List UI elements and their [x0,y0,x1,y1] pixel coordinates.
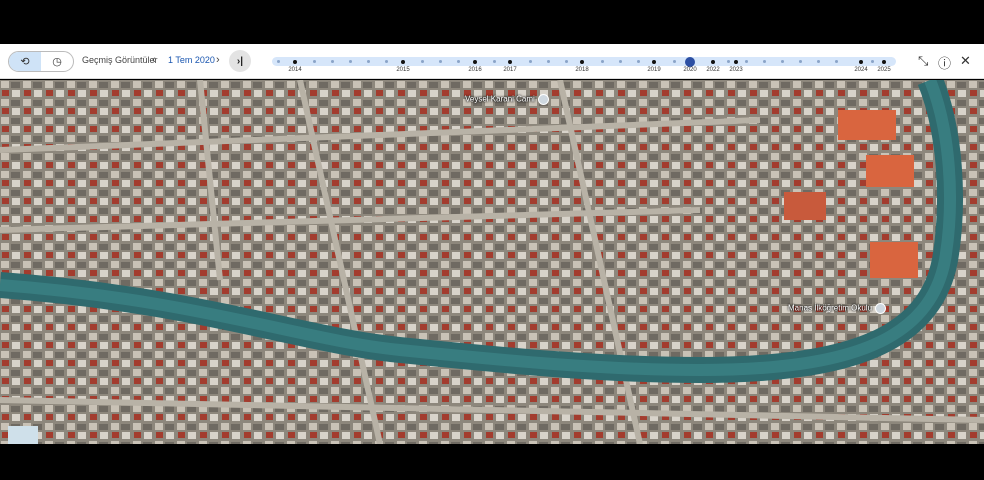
timeline-year-label: 2022 [706,67,720,73]
timeline-year-label: 2018 [575,67,589,73]
timeline-minor-dot[interactable] [619,60,622,63]
timeline-minor-dot[interactable] [565,60,568,63]
timeline-year-label: 2015 [396,67,410,73]
timeline-minor-dot[interactable] [529,60,532,63]
timeline-year-label: 2017 [503,67,517,73]
place-name: Manas İlköğretim Okulu [788,303,873,313]
timeline-year-dot[interactable] [882,59,886,64]
history-icon[interactable]: ⟲ [9,52,41,71]
timeline-minor-dot[interactable] [421,60,424,63]
timeline-minor-dot[interactable] [727,60,730,63]
mosque-icon [537,94,549,105]
timeline-year-label: 2020 [683,67,697,73]
timeline-minor-dot[interactable] [349,60,352,63]
timeline-year-dot[interactable] [711,59,715,64]
timeline-year-dot[interactable] [859,59,863,64]
current-date: 1 Tem 2020 [168,55,215,65]
timeline-minor-dot[interactable] [763,60,766,63]
school-icon [875,303,887,314]
timeline-year-dot[interactable] [401,59,405,64]
timeline-year-dot[interactable] [473,59,477,64]
timeline-minor-dot[interactable] [799,60,802,63]
chevron-left-icon[interactable]: ‹ [152,54,156,66]
timeline-minor-dot[interactable] [745,60,748,63]
timeline-minor-dot[interactable] [313,60,316,63]
clock-icon[interactable]: ◷ [41,52,73,71]
collapse-icon[interactable]: ⤡ [918,53,928,69]
timeline-minor-dot[interactable] [871,60,874,63]
timeline-year-label: 2023 [729,67,743,73]
place-name: Veysel Karani Cami [465,94,535,104]
place-label[interactable]: Veysel Karani Cami [465,94,549,105]
timeline-minor-dot[interactable] [547,60,550,63]
close-icon[interactable]: ✕ [960,53,971,69]
timeline-minor-dot[interactable] [457,60,460,63]
timeline-minor-dot[interactable] [781,60,784,63]
timeline-slider[interactable] [272,56,896,67]
timeline-year-dot[interactable] [293,59,297,64]
timeline-minor-dot[interactable] [817,60,820,63]
timeline-year-label: 2019 [647,67,661,73]
timeline-year-dot[interactable] [652,59,656,64]
timeline-year-dot[interactable] [580,59,584,64]
skip-to-end-icon[interactable]: ›| [229,50,251,72]
timeline-year-dot[interactable] [508,59,512,64]
timeline-year-label: 2016 [468,67,482,73]
timeline-minor-dot[interactable] [385,60,388,63]
timeline-minor-dot[interactable] [673,60,676,63]
timeline-year-label: 2014 [288,67,302,73]
timeline-minor-dot[interactable] [331,60,334,63]
timeline-minor-dot[interactable] [367,60,370,63]
timeline-year-label: 2024 [854,67,868,73]
chevron-right-icon[interactable]: › [216,54,220,66]
historical-imagery-toolbar: ⟲ ◷ Geçmiş Görüntüler ‹ 1 Tem 2020 › ›| … [0,44,984,79]
timeline-year-label: 2025 [877,67,891,73]
view-toggle[interactable]: ⟲ ◷ [8,51,74,72]
place-label[interactable]: Manas İlköğretim Okulu [788,303,887,314]
timeline-minor-dot[interactable] [601,60,604,63]
layer-thumbnail [8,426,38,444]
timeline-year-dot[interactable] [685,56,695,67]
satellite-map[interactable]: Veysel Karani Cami Manas İlköğretim Okul… [0,80,984,444]
timeline-minor-dot[interactable] [637,60,640,63]
timeline-minor-dot[interactable] [439,60,442,63]
timeline-minor-dot[interactable] [835,60,838,63]
timeline-year-dot[interactable] [734,59,738,64]
timeline-minor-dot[interactable] [493,60,496,63]
toolbar-title: Geçmiş Görüntüler [82,55,158,65]
help-icon[interactable]: ⓘ [938,53,951,72]
timeline-minor-dot[interactable] [277,60,280,63]
